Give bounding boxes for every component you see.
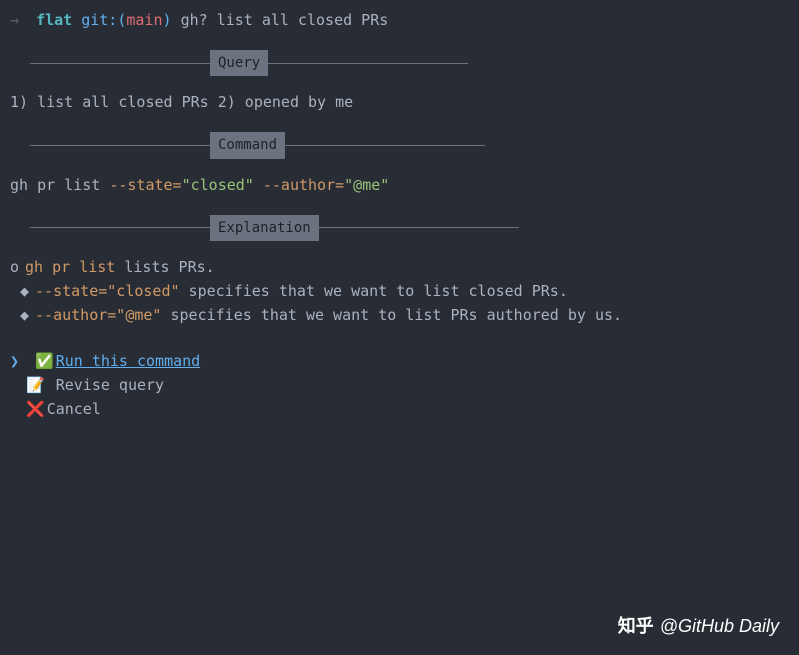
watermark-brand: @GitHub Daily bbox=[660, 616, 779, 636]
command-string: "closed" bbox=[182, 176, 254, 194]
explanation-label: Explanation bbox=[210, 215, 319, 241]
command-section-header: Command bbox=[30, 132, 789, 158]
query-label: Query bbox=[210, 50, 268, 76]
git-label: git: bbox=[81, 11, 117, 29]
command-content: gh pr list --state="closed" --author="@m… bbox=[10, 173, 789, 197]
query-content: 1) list all closed PRs 2) opened by me bbox=[10, 90, 789, 114]
explanation-section-header: Explanation bbox=[30, 215, 789, 241]
cancel-icon: ❌ bbox=[26, 400, 45, 418]
divider-line bbox=[319, 227, 519, 228]
divider-line bbox=[30, 227, 210, 228]
menu-item-revise[interactable]: 📝 Revise query bbox=[26, 373, 789, 397]
watermark: 知乎 @GitHub Daily bbox=[618, 612, 779, 641]
explanation-flag-ref: --state="closed" bbox=[35, 282, 180, 300]
command-flag: --state= bbox=[109, 176, 181, 194]
command-base: gh pr list bbox=[10, 176, 109, 194]
menu-label: Run this command bbox=[56, 352, 201, 370]
explanation-text: specifies that we want to list PRs autho… bbox=[161, 306, 622, 324]
explanation-text: lists PRs. bbox=[115, 258, 214, 276]
menu-item-cancel[interactable]: ❌Cancel bbox=[26, 397, 789, 421]
explanation-flag-ref: --author="@me" bbox=[35, 306, 161, 324]
bullet-icon: o bbox=[10, 258, 19, 276]
prompt-directory: flat bbox=[36, 11, 72, 29]
action-menu[interactable]: ❯ ✅Run this command 📝 Revise query ❌Canc… bbox=[10, 349, 789, 421]
divider-line bbox=[268, 63, 468, 64]
divider-line bbox=[30, 63, 210, 64]
command-string: "@me" bbox=[344, 176, 389, 194]
divider-line bbox=[30, 145, 210, 146]
explanation-content: o gh pr list lists PRs. ◆ --state="closed"… bbox=[10, 255, 789, 327]
menu-label: Revise query bbox=[47, 376, 164, 394]
selection-marker-icon: ❯ bbox=[10, 349, 26, 373]
divider-line bbox=[285, 145, 485, 146]
menu-label: Cancel bbox=[47, 400, 101, 418]
command-flag: --author= bbox=[263, 176, 344, 194]
prompt-arrow: → bbox=[10, 11, 19, 29]
bullet-icon: ◆ bbox=[20, 306, 29, 324]
explanation-line: ◆ --author="@me" specifies that we want t… bbox=[10, 303, 789, 327]
shell-prompt: → flat git:(main) gh? list all closed PR… bbox=[10, 8, 789, 32]
entered-command[interactable]: gh? list all closed PRs bbox=[181, 11, 389, 29]
git-branch: main bbox=[126, 11, 162, 29]
git-paren-close: ) bbox=[163, 11, 172, 29]
edit-icon: 📝 bbox=[26, 376, 45, 394]
command-label: Command bbox=[210, 132, 285, 158]
explanation-line: ◆ --state="closed" specifies that we want… bbox=[10, 279, 789, 303]
query-section-header: Query bbox=[30, 50, 789, 76]
menu-item-run[interactable]: ❯ ✅Run this command bbox=[10, 349, 789, 373]
zhihu-label: 知乎 bbox=[618, 616, 654, 636]
check-icon: ✅ bbox=[35, 352, 54, 370]
explanation-line: o gh pr list lists PRs. bbox=[10, 255, 789, 279]
explanation-text: specifies that we want to list closed PR… bbox=[180, 282, 568, 300]
explanation-command-ref: gh pr list bbox=[25, 258, 115, 276]
bullet-icon: ◆ bbox=[20, 282, 29, 300]
